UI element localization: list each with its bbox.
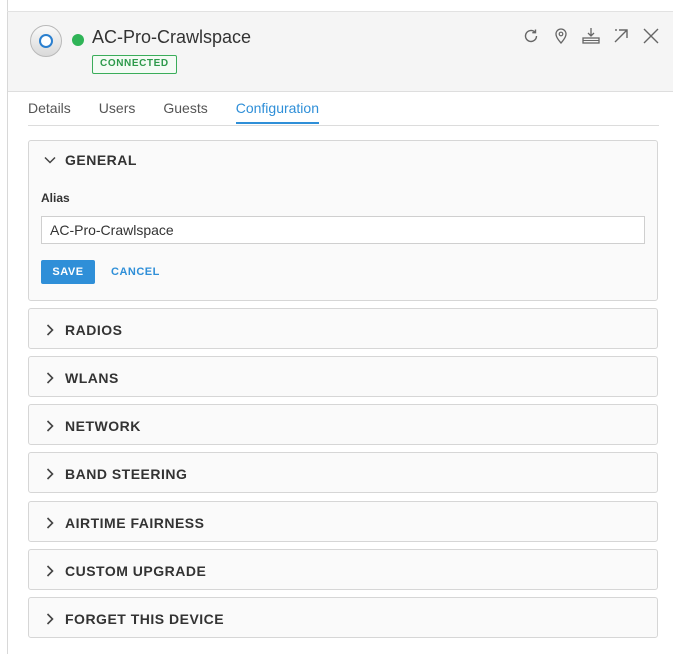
- save-button[interactable]: SAVE: [41, 260, 95, 284]
- access-point-icon: [30, 25, 62, 57]
- chevron-right-icon: [43, 516, 57, 530]
- tab-guests[interactable]: Guests: [163, 100, 207, 124]
- header-actions: [521, 26, 661, 46]
- section-network-header[interactable]: NETWORK: [43, 405, 141, 446]
- section-radios-header[interactable]: RADIOS: [43, 309, 122, 350]
- section-radios-title: RADIOS: [65, 321, 123, 338]
- chevron-right-icon: [43, 612, 57, 626]
- section-general: GENERAL Alias SAVE CANCEL: [28, 140, 658, 301]
- close-icon[interactable]: [641, 26, 661, 46]
- section-general-header[interactable]: GENERAL: [43, 141, 137, 179]
- section-wlans-title: WLANS: [65, 369, 119, 386]
- chevron-right-icon: [43, 564, 57, 578]
- chevron-right-icon: [43, 371, 57, 385]
- section-band-steering-title: BAND STEERING: [65, 465, 188, 482]
- section-custom-upgrade[interactable]: CUSTOM UPGRADE: [28, 549, 658, 590]
- section-forget-device-header[interactable]: FORGET THIS DEVICE: [43, 598, 224, 639]
- section-wlans-header[interactable]: WLANS: [43, 357, 119, 398]
- section-custom-upgrade-header[interactable]: CUSTOM UPGRADE: [43, 550, 206, 591]
- status-badge: CONNECTED: [92, 55, 177, 74]
- tab-users[interactable]: Users: [99, 100, 136, 124]
- popout-icon[interactable]: [611, 26, 631, 46]
- tab-configuration[interactable]: Configuration: [235, 100, 319, 124]
- section-general-title: GENERAL: [65, 152, 137, 168]
- section-network-title: NETWORK: [65, 417, 141, 434]
- alias-label: Alias: [41, 191, 70, 205]
- chevron-right-icon: [43, 323, 57, 337]
- section-band-steering[interactable]: BAND STEERING: [28, 452, 658, 493]
- section-airtime-fairness-header[interactable]: AIRTIME FAIRNESS: [43, 502, 204, 543]
- upgrade-icon[interactable]: [581, 26, 601, 46]
- section-airtime-fairness-title: AIRTIME FAIRNESS: [65, 514, 205, 531]
- chevron-right-icon: [43, 419, 57, 433]
- tab-details[interactable]: Details: [28, 100, 71, 124]
- chevron-right-icon: [43, 467, 57, 481]
- section-forget-device[interactable]: FORGET THIS DEVICE: [28, 597, 658, 638]
- device-name: AC-Pro-Crawlspace: [92, 27, 252, 47]
- section-wlans[interactable]: WLANS: [28, 356, 658, 397]
- section-radios[interactable]: RADIOS: [28, 308, 658, 349]
- section-custom-upgrade-title: CUSTOM UPGRADE: [65, 562, 207, 579]
- section-band-steering-header[interactable]: BAND STEERING: [43, 453, 187, 494]
- chevron-down-icon: [43, 153, 57, 167]
- panel-left-border: [7, 0, 8, 654]
- locate-icon[interactable]: [551, 26, 571, 46]
- alias-input[interactable]: [41, 216, 645, 244]
- section-network[interactable]: NETWORK: [28, 404, 658, 445]
- section-airtime-fairness[interactable]: AIRTIME FAIRNESS: [28, 501, 658, 542]
- status-dot: [72, 34, 84, 46]
- tabs-divider: [28, 125, 659, 126]
- section-forget-device-title: FORGET THIS DEVICE: [65, 610, 225, 627]
- cancel-button[interactable]: CANCEL: [105, 260, 166, 284]
- device-header: AC-Pro-Crawlspace CONNECTED: [8, 12, 673, 92]
- detail-tabs: Details Users Guests Configuration: [28, 100, 319, 124]
- refresh-icon[interactable]: [521, 26, 541, 46]
